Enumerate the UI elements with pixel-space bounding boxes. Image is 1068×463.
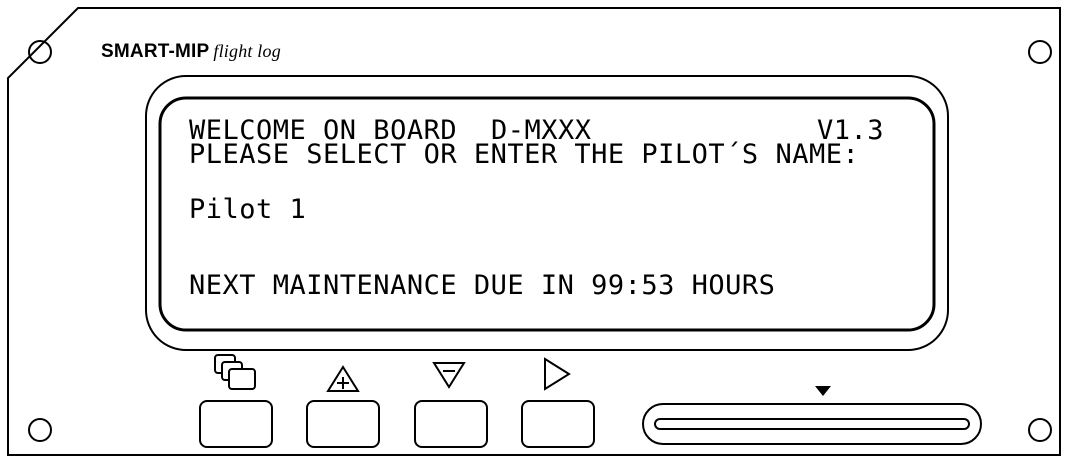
brand-logo: SMART-MIP flight log xyxy=(101,41,281,63)
brand-name: SMART-MIP xyxy=(101,41,210,62)
pilot-entry[interactable]: Pilot 1 xyxy=(189,196,306,223)
device-faceplate xyxy=(7,7,1061,456)
menu-pages-icon xyxy=(214,354,256,390)
screw-bottom-left xyxy=(28,418,52,442)
brand-subtitle: flight log xyxy=(213,41,281,61)
slot-insert-arrow-icon xyxy=(815,386,831,396)
down-button[interactable] xyxy=(414,400,488,448)
screw-top-left xyxy=(28,40,52,64)
flight-log-device-panel: SMART-MIP flight log WELCOME ON BOARD D-M… xyxy=(0,0,1068,463)
menu-button[interactable] xyxy=(199,400,273,448)
maintenance-status: NEXT MAINTENANCE DUE IN 99:53 HOURS xyxy=(189,270,776,301)
play-right-icon xyxy=(544,357,571,391)
up-arrow-icon xyxy=(326,365,360,392)
screw-top-right xyxy=(1028,40,1052,64)
screw-bottom-right xyxy=(1028,418,1052,442)
enter-button[interactable] xyxy=(521,400,595,448)
card-slot[interactable] xyxy=(641,402,983,446)
up-button[interactable] xyxy=(306,400,380,448)
select-pilot-prompt: PLEASE SELECT OR ENTER THE PILOT´S NAME: xyxy=(189,139,860,170)
down-arrow-icon xyxy=(432,362,466,389)
